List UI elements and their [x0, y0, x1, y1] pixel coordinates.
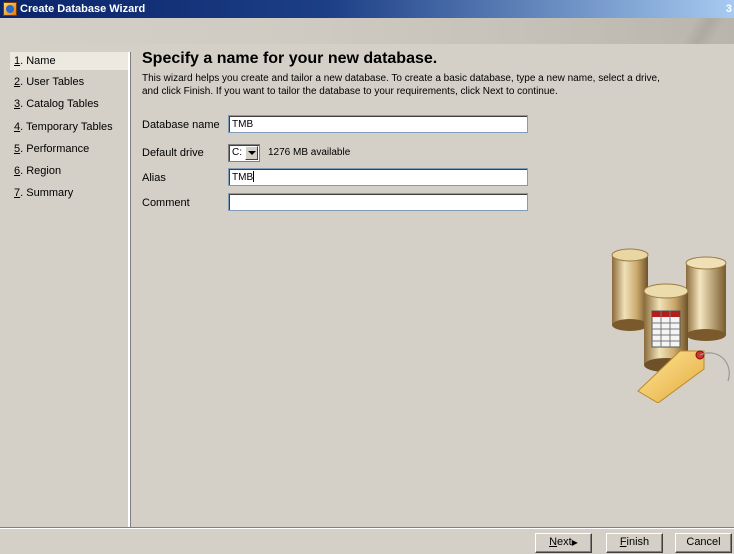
sidebar-item-user-tables[interactable]: 2. User Tables — [10, 73, 128, 91]
next-button[interactable]: Next▶ — [535, 533, 592, 553]
database-cylinders-with-tag-icon — [611, 248, 730, 403]
footer-divider — [0, 527, 734, 529]
cylinder-left — [611, 248, 649, 331]
step-label: . Summary — [20, 187, 74, 199]
cancel-label: Cancel — [686, 536, 721, 548]
alias-label: Alias — [142, 172, 166, 184]
database-name-input[interactable]: TMB — [228, 115, 528, 133]
drive-available-text: 1276 MB available — [268, 147, 351, 158]
step-label: . Region — [20, 165, 62, 177]
banner-decoration — [674, 18, 734, 44]
cancel-button[interactable]: Cancel — [675, 533, 732, 553]
page-title: Specify a name for your new database. — [142, 50, 438, 67]
wizard-steps-sidebar: 1. Name 2. User Tables 3. Catalog Tables… — [10, 52, 130, 527]
sidebar-item-summary[interactable]: 7. Summary — [10, 184, 128, 202]
next-arrow-icon: ▶ — [571, 538, 578, 547]
default-drive-value: C: — [232, 147, 242, 158]
step-label: . Catalog Tables — [20, 98, 99, 110]
step-label: . Performance — [20, 143, 90, 155]
step-label: . User Tables — [20, 76, 85, 88]
alias-value: TMB — [232, 172, 254, 183]
window-title: Create Database Wizard — [20, 3, 146, 15]
sidebar-item-region[interactable]: 6. Region — [10, 162, 128, 180]
chevron-down-icon[interactable] — [245, 146, 258, 160]
sidebar-item-name[interactable]: 1. Name — [10, 52, 128, 70]
page-description: This wizard helps you create and tailor … — [142, 72, 734, 98]
default-drive-label: Default drive — [142, 147, 204, 159]
next-accel: N — [549, 536, 558, 548]
database-wizard-icon — [3, 2, 17, 16]
main-panel: Specify a name for your new database. Th… — [138, 48, 732, 528]
default-drive-select[interactable]: C: — [228, 144, 260, 162]
sidebar-item-performance[interactable]: 5. Performance — [10, 140, 128, 158]
cylinder-right — [685, 256, 727, 341]
sidebar-item-temporary-tables[interactable]: 4. Temporary Tables — [10, 118, 128, 136]
next-label: ext — [557, 536, 572, 548]
description-line-1: This wizard helps you create and tailor … — [142, 73, 660, 84]
header-banner — [0, 18, 734, 44]
alias-input[interactable]: TMB — [228, 168, 528, 186]
step-label: . Name — [20, 55, 56, 67]
finish-button[interactable]: Finish — [606, 533, 663, 553]
finish-label: inish — [626, 536, 650, 548]
finish-accel: F — [619, 536, 627, 548]
step-label: . Temporary Tables — [20, 121, 113, 133]
sidebar-item-catalog-tables[interactable]: 3. Catalog Tables — [10, 95, 128, 113]
description-line-2: and click Finish. If you want to tailor … — [142, 86, 558, 97]
database-name-label: Database name — [142, 119, 220, 131]
comment-label: Comment — [142, 197, 190, 209]
comment-input[interactable] — [228, 193, 528, 211]
window-title-extra: 3 — [725, 3, 732, 15]
text-caret — [253, 171, 255, 182]
window-titlebar[interactable]: Create Database Wizard 3 — [0, 0, 734, 18]
